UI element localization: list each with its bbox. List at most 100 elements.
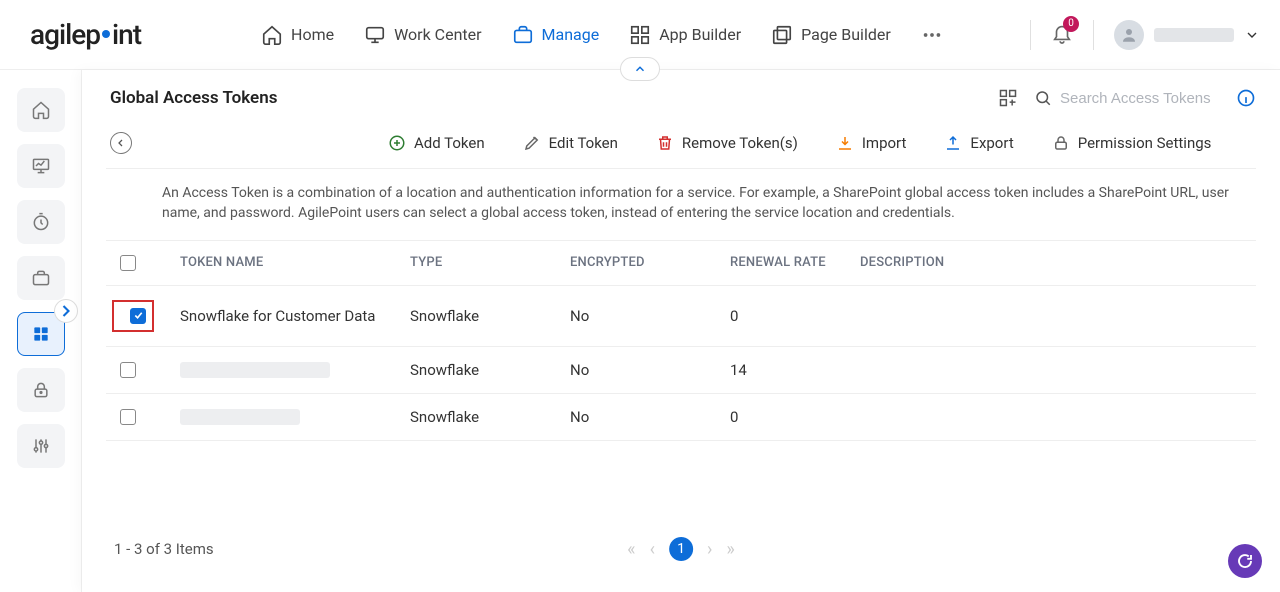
permission-settings-button[interactable]: Permission Settings (1052, 134, 1212, 152)
nav-home[interactable]: Home (261, 24, 334, 46)
content-pane: Global Access Tokens Add Token E (82, 70, 1280, 592)
col-renewal-rate[interactable]: RENEWAL RATE (730, 255, 860, 270)
sidebar-item-analytics[interactable] (17, 144, 65, 188)
permission-label: Permission Settings (1078, 134, 1212, 152)
nav-work-center[interactable]: Work Center (364, 24, 481, 46)
sidebar-item-home[interactable] (17, 88, 65, 132)
toolbar: Add Token Edit Token Remove Token(s) Imp… (106, 122, 1256, 169)
monitor-icon (364, 24, 386, 46)
nav-more[interactable] (921, 24, 943, 46)
upload-icon (944, 134, 962, 152)
cell-rate: 0 (730, 408, 860, 426)
cell-encrypted: No (570, 307, 730, 325)
nav-manage-label: Manage (542, 25, 600, 44)
sidebar (0, 70, 82, 592)
nav-home-label: Home (291, 25, 334, 44)
refresh-fab[interactable] (1228, 544, 1262, 578)
search-box (1034, 89, 1220, 107)
grid-icon (629, 24, 651, 46)
row-checkbox[interactable] (130, 308, 146, 324)
sidebar-item-timer[interactable] (17, 200, 65, 244)
divider (1030, 20, 1031, 50)
col-type[interactable]: TYPE (410, 255, 570, 270)
chevron-down-icon (1244, 27, 1260, 43)
select-all-checkbox[interactable] (120, 255, 136, 271)
pagination: « ‹ 1 › » (627, 537, 735, 561)
table-header-row: TOKEN NAME TYPE ENCRYPTED RENEWAL RATE D… (106, 241, 1256, 286)
sidebar-item-security[interactable] (17, 368, 65, 412)
page-last-button[interactable]: » (726, 539, 734, 560)
table-row[interactable]: Snowflake No 14 (106, 347, 1256, 394)
col-encrypted[interactable]: ENCRYPTED (570, 255, 730, 270)
export-button[interactable]: Export (944, 134, 1013, 152)
cell-type: Snowflake (410, 361, 570, 379)
lock-icon (31, 380, 51, 400)
expand-sidebar-button[interactable] (54, 299, 78, 323)
brand-text-left: agilep (30, 18, 100, 51)
import-button[interactable]: Import (836, 134, 907, 152)
import-label: Import (862, 134, 907, 152)
workspace: Global Access Tokens Add Token E (0, 70, 1280, 592)
brand-logo: agilep int (30, 18, 141, 51)
page-prev-button[interactable]: ‹ (650, 539, 655, 560)
sidebar-item-apps[interactable] (17, 312, 65, 356)
refresh-icon (1236, 552, 1254, 570)
page-current[interactable]: 1 (669, 537, 693, 561)
nav-page-builder[interactable]: Page Builder (771, 24, 891, 46)
sidebar-item-settings[interactable] (17, 424, 65, 468)
export-label: Export (970, 134, 1013, 152)
remove-token-label: Remove Token(s) (682, 134, 798, 152)
nav-work-center-label: Work Center (394, 25, 481, 44)
col-description[interactable]: DESCRIPTION (860, 255, 1252, 270)
briefcase-icon (512, 24, 534, 46)
cell-rate: 0 (730, 307, 860, 325)
chevron-right-icon (56, 301, 76, 321)
cell-token-name-redacted (180, 409, 300, 425)
view-grid-icon[interactable] (998, 88, 1018, 108)
info-icon[interactable] (1236, 88, 1256, 108)
add-token-button[interactable]: Add Token (388, 134, 485, 152)
pencil-icon (523, 134, 541, 152)
arrow-left-icon (115, 137, 127, 149)
user-name-redacted (1154, 28, 1234, 42)
sidebar-item-work[interactable] (17, 256, 65, 300)
remove-token-button[interactable]: Remove Token(s) (656, 134, 798, 152)
page-first-button[interactable]: « (627, 539, 635, 560)
edit-token-button[interactable]: Edit Token (523, 134, 618, 152)
plus-circle-icon (388, 134, 406, 152)
chevron-up-icon (633, 62, 647, 76)
nav-page-builder-label: Page Builder (801, 25, 891, 44)
cell-rate: 14 (730, 361, 860, 379)
sliders-icon (31, 436, 51, 456)
brand-dot-icon (102, 30, 110, 38)
home-icon (31, 100, 51, 120)
pagination-status: 1 - 3 of 3 Items (114, 540, 214, 558)
add-token-label: Add Token (414, 134, 485, 152)
download-icon (836, 134, 854, 152)
cell-token-name-redacted (180, 362, 330, 378)
chart-icon (31, 156, 51, 176)
page-next-button[interactable]: › (707, 539, 712, 560)
nav-app-builder[interactable]: App Builder (629, 24, 741, 46)
nav-app-builder-label: App Builder (659, 25, 741, 44)
apps-icon (31, 324, 51, 344)
table-footer: 1 - 3 of 3 Items « ‹ 1 › » (106, 522, 1256, 558)
search-input[interactable] (1060, 90, 1220, 107)
notifications-button[interactable]: 0 (1051, 22, 1073, 48)
table-row[interactable]: Snowflake for Customer Data Snowflake No… (106, 286, 1256, 347)
collapse-top-bar-button[interactable] (620, 57, 660, 81)
cell-encrypted: No (570, 408, 730, 426)
lock-icon (1052, 134, 1070, 152)
cell-token-name: Snowflake for Customer Data (180, 307, 410, 325)
row-checkbox[interactable] (120, 362, 136, 378)
table-row[interactable]: Snowflake No 0 (106, 394, 1256, 441)
primary-nav: Home Work Center Manage App Builder Page… (261, 24, 943, 46)
nav-manage[interactable]: Manage (512, 24, 600, 46)
search-icon[interactable] (1034, 89, 1052, 107)
back-button[interactable] (110, 132, 132, 154)
brand-text-right: int (112, 18, 141, 51)
user-menu[interactable] (1114, 20, 1260, 50)
pages-icon (771, 24, 793, 46)
col-token-name[interactable]: TOKEN NAME (180, 255, 410, 270)
row-checkbox[interactable] (120, 409, 136, 425)
